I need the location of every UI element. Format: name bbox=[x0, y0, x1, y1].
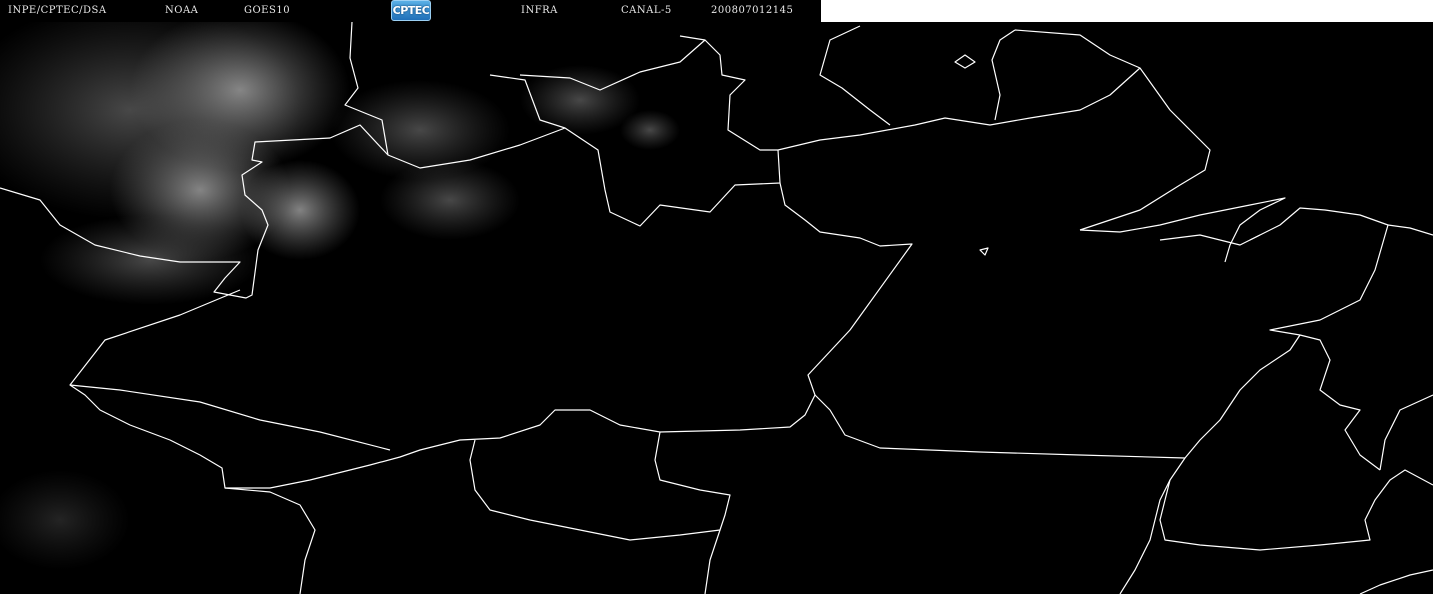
border-line bbox=[954, 54, 976, 69]
border-line bbox=[469, 431, 731, 541]
border-line bbox=[1159, 457, 1433, 551]
source-label: NOAA bbox=[165, 5, 199, 16]
cptec-logo: CPTEC bbox=[391, 0, 431, 21]
border-line bbox=[704, 529, 721, 594]
header-bar: INPE/CPTEC/DSA NOAA GOES10 CPTEC INFRA C… bbox=[0, 0, 821, 22]
border-line bbox=[1119, 479, 1171, 594]
channel-label: CANAL-5 bbox=[621, 5, 672, 16]
product-label: INFRA bbox=[521, 5, 558, 16]
border-line bbox=[991, 29, 1016, 121]
border-line bbox=[979, 247, 989, 256]
border-line bbox=[819, 25, 891, 126]
satellite-label: GOES10 bbox=[244, 5, 291, 16]
agency-label: INPE/CPTEC/DSA bbox=[8, 5, 107, 16]
border-line bbox=[704, 39, 1141, 151]
border-line bbox=[1387, 224, 1433, 236]
border-line bbox=[814, 207, 1389, 459]
header-blank-area bbox=[821, 0, 1433, 22]
border-line bbox=[1359, 569, 1433, 594]
border-line bbox=[1014, 29, 1211, 231]
satellite-map bbox=[0, 22, 1433, 594]
logo-text: CPTEC bbox=[392, 4, 430, 17]
border-line bbox=[1159, 234, 1261, 246]
border-line bbox=[1079, 197, 1286, 263]
border-line bbox=[224, 487, 316, 594]
cloud-cover bbox=[0, 22, 680, 570]
border-line bbox=[69, 384, 391, 451]
border-line bbox=[1379, 394, 1433, 471]
border-line bbox=[1299, 334, 1381, 471]
timestamp-label: 200807012145 bbox=[711, 5, 794, 16]
